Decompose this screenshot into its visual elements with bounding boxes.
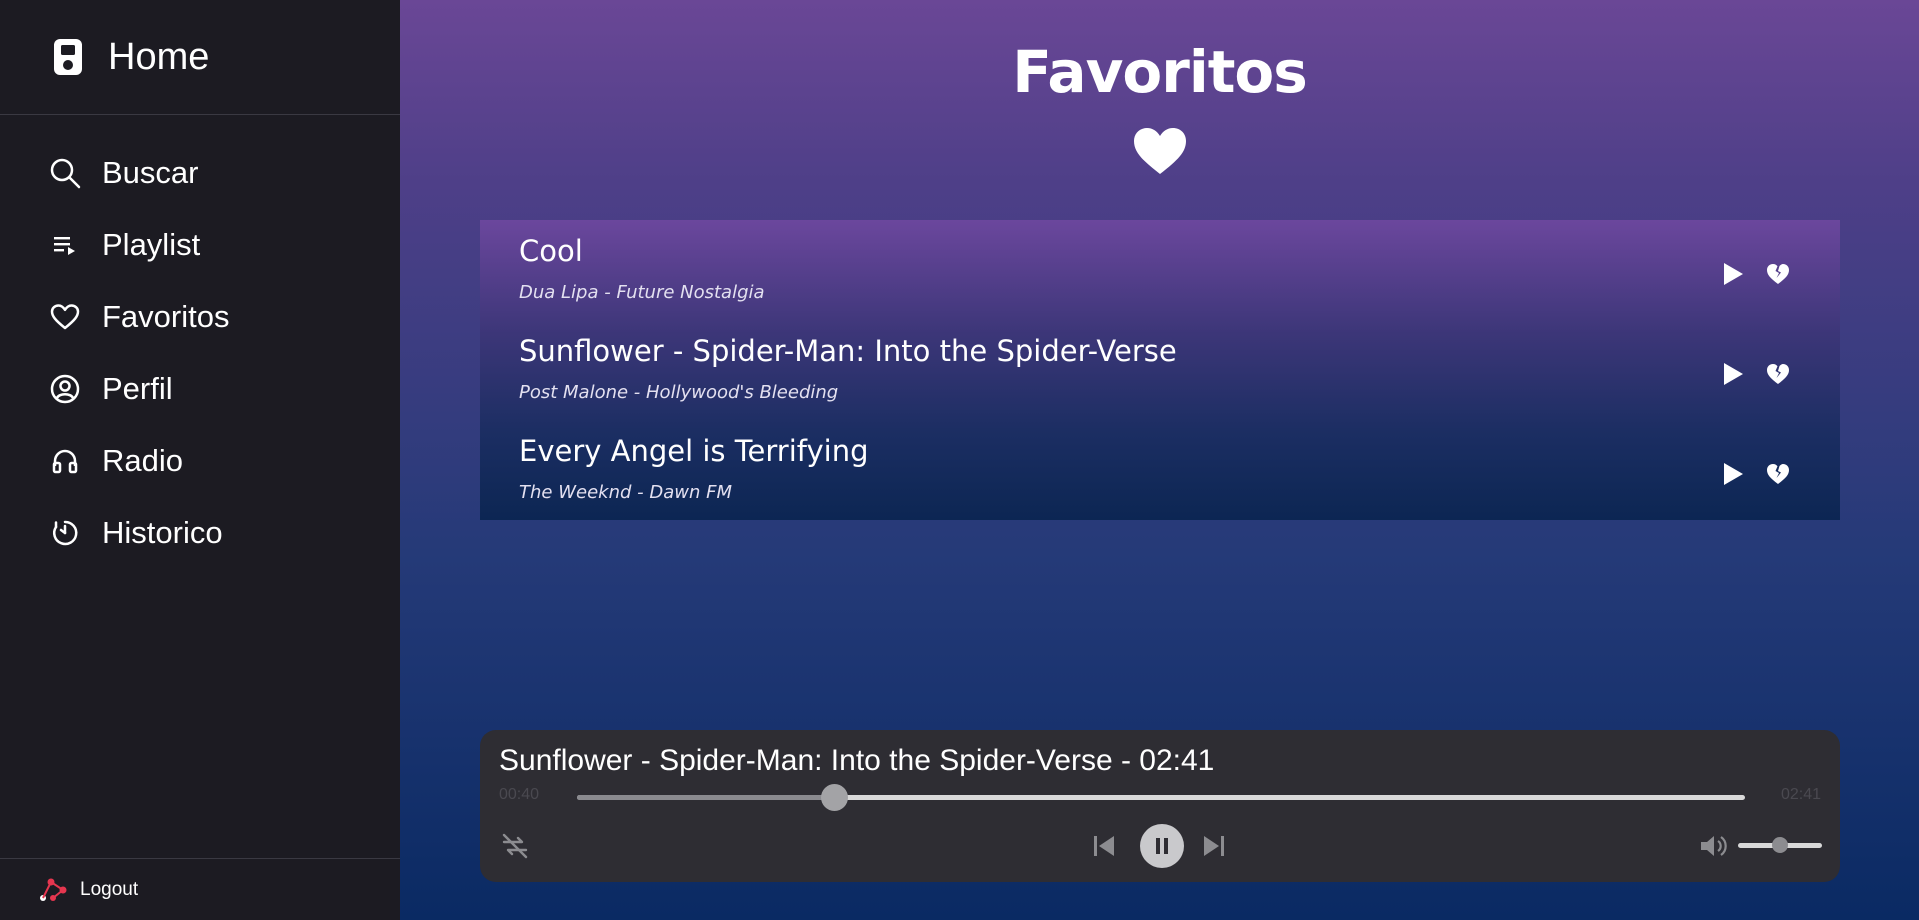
sidebar-item-historico[interactable]: Historico [0, 497, 400, 569]
list-item[interactable]: Sunflower - Spider-Man: Into the Spider-… [480, 320, 1840, 420]
sidebar-item-label: Historico [102, 515, 223, 550]
pause-icon [1156, 838, 1168, 854]
volume-icon[interactable] [1698, 831, 1728, 861]
favorites-list: Cool Dua Lipa - Future Nostalgia Sunflow… [480, 220, 1840, 520]
skip-next-icon[interactable] [1201, 833, 1227, 859]
play-icon[interactable] [1722, 262, 1744, 286]
song-title: Cool [519, 234, 583, 268]
current-time: 00:40 [499, 786, 540, 803]
sidebar-item-playlist[interactable]: Playlist [0, 209, 400, 281]
sidebar-item-label: Perfil [102, 371, 173, 406]
home-label: Home [108, 35, 210, 78]
page-title: Favoritos [1012, 38, 1308, 106]
heart-icon [1134, 128, 1186, 174]
total-time: 02:41 [1780, 786, 1821, 803]
sidebar-nav: Buscar Playlist Favoritos Perfil Radio H… [0, 137, 400, 569]
song-artist-album: The Weeknd - Dawn FM [519, 482, 732, 503]
sidebar-item-label: Radio [102, 443, 183, 478]
now-playing-title: Sunflower - Spider-Man: Into the Spider-… [499, 744, 1215, 777]
main-content: Favoritos Cool Dua Lipa - Future Nostalg… [400, 0, 1919, 920]
sidebar-item-label: Favoritos [102, 299, 230, 334]
progress-slider[interactable] [577, 784, 1745, 811]
audio-player: Sunflower - Spider-Man: Into the Spider-… [480, 730, 1840, 882]
history-icon [48, 516, 82, 550]
user-circle-icon [48, 372, 82, 406]
song-title: Every Angel is Terrifying [519, 434, 869, 468]
song-title: Sunflower - Spider-Man: Into the Spider-… [519, 334, 1177, 368]
sidebar-item-buscar[interactable]: Buscar [0, 137, 400, 209]
heart-outline-icon [48, 300, 82, 334]
volume-slider[interactable] [1738, 837, 1822, 853]
song-artist-album: Dua Lipa - Future Nostalgia [519, 282, 765, 303]
headphones-icon [48, 444, 82, 478]
search-icon [48, 156, 82, 190]
play-icon[interactable] [1722, 362, 1744, 386]
sidebar-item-perfil[interactable]: Perfil [0, 353, 400, 425]
play-icon[interactable] [1722, 462, 1744, 486]
broken-heart-icon[interactable] [1766, 463, 1790, 485]
repeat-off-icon[interactable] [500, 831, 530, 861]
broken-heart-icon[interactable] [1766, 263, 1790, 285]
skip-previous-icon[interactable] [1091, 833, 1117, 859]
sidebar-item-radio[interactable]: Radio [0, 425, 400, 497]
home-link[interactable]: Home [0, 0, 400, 115]
sidebar-item-label: Buscar [102, 155, 199, 190]
pause-button[interactable] [1140, 824, 1184, 868]
sidebar-item-favoritos[interactable]: Favoritos [0, 281, 400, 353]
list-item[interactable]: Cool Dua Lipa - Future Nostalgia [480, 220, 1840, 320]
broken-heart-icon[interactable] [1766, 363, 1790, 385]
logout-icon [40, 878, 67, 901]
ipod-icon [54, 39, 82, 75]
playlist-icon [48, 228, 82, 262]
progress-fill [577, 795, 834, 800]
volume-thumb[interactable] [1772, 837, 1788, 853]
list-item[interactable]: Every Angel is Terrifying The Weeknd - D… [480, 420, 1840, 520]
sidebar: Home Buscar Playlist Favoritos Perfil Ra… [0, 0, 400, 920]
logout-label: Logout [80, 878, 139, 900]
logout-button[interactable]: Logout [0, 858, 400, 920]
sidebar-item-label: Playlist [102, 227, 201, 262]
song-artist-album: Post Malone - Hollywood's Bleeding [519, 382, 839, 403]
progress-thumb[interactable] [820, 784, 848, 811]
